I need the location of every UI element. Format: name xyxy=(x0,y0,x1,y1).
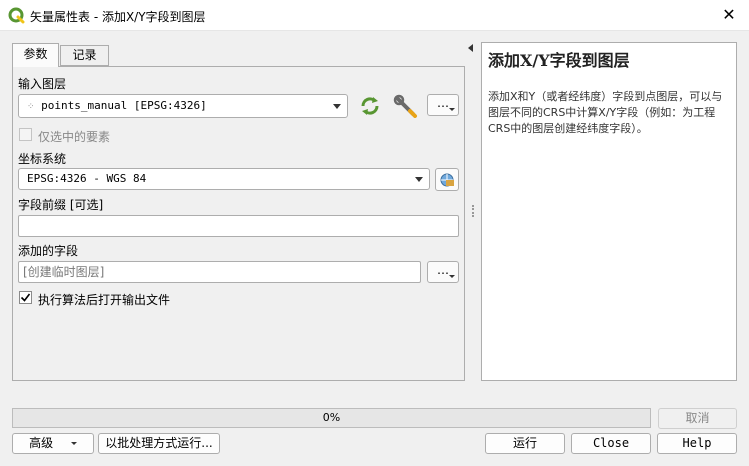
open-output-checkbox[interactable] xyxy=(19,291,32,304)
tab-parameters[interactable]: 参数 xyxy=(12,43,59,67)
input-layer-value: points_manual [EPSG:4326] xyxy=(41,99,207,112)
advanced-label: 高级 xyxy=(29,436,54,450)
open-output-label: 执行算法后打开输出文件 xyxy=(38,293,171,307)
help-button[interactable]: Help xyxy=(657,433,737,454)
close-icon[interactable]: ✕ xyxy=(717,3,741,27)
cancel-button[interactable]: 取消 xyxy=(658,408,737,429)
chevron-down-icon xyxy=(333,104,341,109)
field-prefix-input[interactable] xyxy=(18,215,459,237)
output-options-button[interactable]: … xyxy=(427,261,459,283)
crs-label: 坐标系统 xyxy=(18,152,67,166)
crs-value: EPSG:4326 - WGS 84 xyxy=(27,172,147,185)
help-text: 添加X和Y（或者经纬度）字段到点图层，可以与图层不同的CRS中计算X/Y字段（例… xyxy=(488,90,723,135)
crs-combo[interactable]: EPSG:4326 - WGS 84 xyxy=(18,168,430,190)
ellipsis-icon: … xyxy=(437,263,449,277)
splitter-handle[interactable] xyxy=(472,205,474,217)
point-layer-icon: ⁘ xyxy=(27,102,35,112)
window-title: 矢量属性表 - 添加X/Y字段到图层 xyxy=(30,10,206,24)
batch-process-button[interactable]: 以批处理方式运行... xyxy=(98,433,220,454)
more-options-button[interactable]: … xyxy=(427,94,459,116)
input-layer-label: 输入图层 xyxy=(18,77,67,91)
field-prefix-label: 字段前缀 [可选] xyxy=(18,198,104,212)
collapse-help-icon[interactable] xyxy=(468,44,473,52)
selected-only-label: 仅选中的要素 xyxy=(38,130,111,144)
close-button[interactable]: Close xyxy=(571,433,651,454)
tab-log[interactable]: 记录 xyxy=(60,45,109,66)
iterate-icon[interactable] xyxy=(358,95,382,117)
qgis-logo-icon xyxy=(8,7,25,24)
checkmark-icon xyxy=(20,293,31,302)
added-fields-label: 添加的字段 xyxy=(18,244,79,258)
wrench-icon[interactable] xyxy=(393,94,419,118)
output-layer-input[interactable]: [创建临时图层] xyxy=(18,261,421,283)
progress-text: 0% xyxy=(322,411,341,424)
advanced-button[interactable]: 高级 xyxy=(12,433,94,454)
crs-select-button[interactable] xyxy=(435,168,459,191)
help-panel: 添加X/Y字段到图层 添加X和Y（或者经纬度）字段到点图层，可以与图层不同的CR… xyxy=(481,42,737,381)
progress-bar: 0% xyxy=(12,408,651,428)
input-layer-combo[interactable]: ⁘ points_manual [EPSG:4326] xyxy=(18,94,348,118)
selected-only-checkbox[interactable] xyxy=(19,128,32,141)
chevron-down-icon xyxy=(415,177,423,182)
ellipsis-icon: … xyxy=(437,96,449,110)
title-bar: 矢量属性表 - 添加X/Y字段到图层 ✕ xyxy=(0,0,749,31)
run-button[interactable]: 运行 xyxy=(485,433,565,454)
globe-icon xyxy=(440,173,454,187)
chevron-down-icon xyxy=(70,442,77,445)
help-title: 添加X/Y字段到图层 xyxy=(488,51,630,70)
